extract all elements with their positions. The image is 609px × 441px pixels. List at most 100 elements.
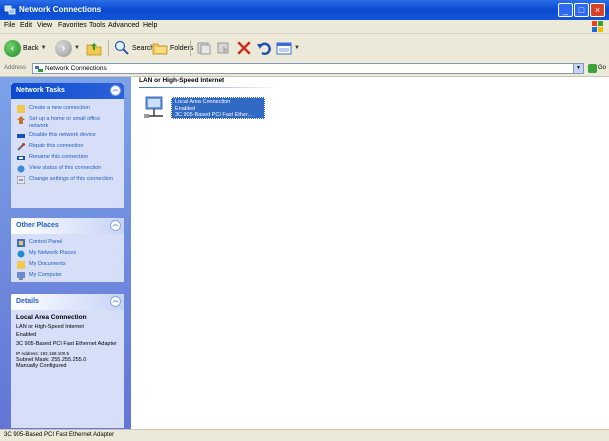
details-type: LAN or High-Speed Internet <box>16 323 84 330</box>
menu-view[interactable]: View <box>37 22 52 29</box>
go-button[interactable]: Go <box>598 65 606 71</box>
undo-button[interactable] <box>256 39 272 57</box>
chevron-down-icon: ▼ <box>294 45 300 51</box>
rename-icon <box>17 156 25 160</box>
network-tasks-panel: Network Tasks ︽ Create a new connection … <box>11 83 124 208</box>
task-create-connection[interactable]: Create a new connection <box>11 103 124 114</box>
network-tasks-header[interactable]: Network Tasks ︽ <box>11 83 124 99</box>
menu-advanced[interactable]: Advanced <box>108 22 139 29</box>
collapse-chevron-icon[interactable]: ︽ <box>110 85 121 96</box>
move-to-button[interactable] <box>196 39 212 57</box>
search-button[interactable]: Search <box>114 39 154 57</box>
address-label: Address <box>4 65 27 71</box>
task-label: View status of this connection <box>29 165 102 171</box>
task-label: Disable this network device <box>29 132 96 138</box>
place-my-computer[interactable]: My Computer <box>11 270 124 281</box>
place-my-documents[interactable]: My Documents <box>11 259 124 270</box>
task-label: Rename this connection <box>29 154 89 160</box>
views-icon <box>276 42 292 55</box>
task-pane: Network Tasks ︽ Create a new connection … <box>0 77 131 429</box>
chevron-down-icon: ▼ <box>74 45 80 51</box>
connections-view[interactable]: LAN or High-Speed Internet Local Area Co… <box>131 77 609 429</box>
toolbar-separator <box>108 40 109 56</box>
network-connections-icon <box>4 5 16 15</box>
task-view-status[interactable]: View status of this connection <box>11 163 124 174</box>
task-label: Set up a home or small office network <box>29 116 101 129</box>
task-disable-device[interactable]: Disable this network device <box>11 130 124 141</box>
task-rename-connection[interactable]: Rename this connection <box>11 152 124 163</box>
task-label: Create a new connection <box>29 105 90 111</box>
address-dropdown-icon[interactable]: ▼ <box>573 64 583 73</box>
other-places-header[interactable]: Other Places ︽ <box>11 218 124 234</box>
folders-button[interactable]: Folders <box>152 39 193 57</box>
go-arrow-icon[interactable] <box>588 64 597 73</box>
move-to-icon <box>197 42 211 55</box>
details-status: Enabled <box>16 332 37 339</box>
place-label: My Documents <box>29 261 66 267</box>
collapse-chevron-icon[interactable]: ︽ <box>110 296 121 307</box>
delete-button[interactable] <box>236 39 252 57</box>
disable-device-icon <box>17 134 25 138</box>
group-title: LAN or High-Speed Internet <box>139 77 225 84</box>
menu-tools[interactable]: Tools <box>89 22 105 29</box>
details-body: Local Area Connection LAN or High-Speed … <box>11 310 124 375</box>
search-icon <box>114 40 129 55</box>
menu-edit[interactable]: Edit <box>20 22 32 29</box>
window-title: Network Connections <box>19 5 102 14</box>
address-input[interactable]: Network Connections ▼ <box>32 63 584 74</box>
status-bar: 3C 905-Based PCI Fast Ethernet Adapter <box>0 429 609 441</box>
views-button[interactable]: ▼ <box>276 39 300 57</box>
connection-device: 3C 905-Based PCI Fast Ether... <box>175 112 253 118</box>
minimize-button[interactable]: _ <box>558 3 573 17</box>
task-home-network[interactable]: Set up a home or small office network <box>11 114 124 130</box>
copy-to-button[interactable] <box>216 39 232 57</box>
local-area-connection-item[interactable]: Local Area Connection Enabled 3C 905-Bas… <box>171 97 265 119</box>
computer-icon <box>17 272 25 280</box>
chevron-down-icon: ▼ <box>40 45 47 51</box>
toolbar: ‹ Back ▼ › ▼ Search Folders ▼ <box>0 34 609 63</box>
title-bar[interactable]: Network Connections _ □ × <box>0 0 609 20</box>
details-subnet-mask: Subnet Mask: 255.255.255.0 <box>16 356 87 363</box>
close-button[interactable]: × <box>590 3 605 17</box>
forward-arrow-icon: › <box>55 39 72 57</box>
task-repair-connection[interactable]: Repair this connection <box>11 141 124 152</box>
repair-wrench-icon <box>17 143 25 151</box>
windows-logo-icon <box>592 21 603 32</box>
place-control-panel[interactable]: Control Panel <box>11 237 124 248</box>
forward-button[interactable]: › ▼ <box>55 39 80 57</box>
details-title: Details <box>16 298 39 305</box>
toolbar-separator <box>190 40 191 56</box>
local-area-connection-icon[interactable] <box>143 94 167 122</box>
task-label: Change settings of this connection <box>29 176 114 182</box>
network-tasks-title: Network Tasks <box>16 87 65 94</box>
search-label: Search <box>132 44 155 52</box>
details-device: 3C 905-Based PCI Fast Ethernet Adapter <box>16 340 117 347</box>
details-config: Manually Configured <box>16 363 67 370</box>
place-label: My Network Places <box>29 250 77 256</box>
details-header[interactable]: Details ︽ <box>11 294 124 310</box>
task-label: Repair this connection <box>29 143 84 149</box>
control-panel-icon <box>17 239 25 247</box>
details-connection-name: Local Area Connection <box>16 314 87 321</box>
status-icon <box>17 165 25 173</box>
home-network-icon <box>17 116 25 124</box>
delete-x-icon <box>237 41 251 55</box>
task-change-settings[interactable]: Change settings of this connection <box>11 174 124 185</box>
up-folder-button[interactable] <box>86 39 102 57</box>
collapse-chevron-icon[interactable]: ︽ <box>110 220 121 231</box>
folders-icon <box>152 43 168 55</box>
menu-help[interactable]: Help <box>143 22 157 29</box>
place-my-network-places[interactable]: My Network Places <box>11 248 124 259</box>
menu-favorites[interactable]: Favorites <box>58 22 87 29</box>
back-label: Back <box>23 44 39 52</box>
back-button[interactable]: ‹ Back ▼ <box>4 39 47 57</box>
back-arrow-icon: ‹ <box>4 39 21 57</box>
documents-folder-icon <box>17 261 25 269</box>
settings-icon <box>17 176 25 184</box>
address-value: Network Connections <box>45 65 107 72</box>
group-divider <box>139 87 279 88</box>
menu-file[interactable]: File <box>4 22 15 29</box>
maximize-button[interactable]: □ <box>574 3 589 17</box>
new-connection-icon <box>17 105 25 113</box>
address-bar: Address Network Connections ▼ Go <box>0 62 609 77</box>
